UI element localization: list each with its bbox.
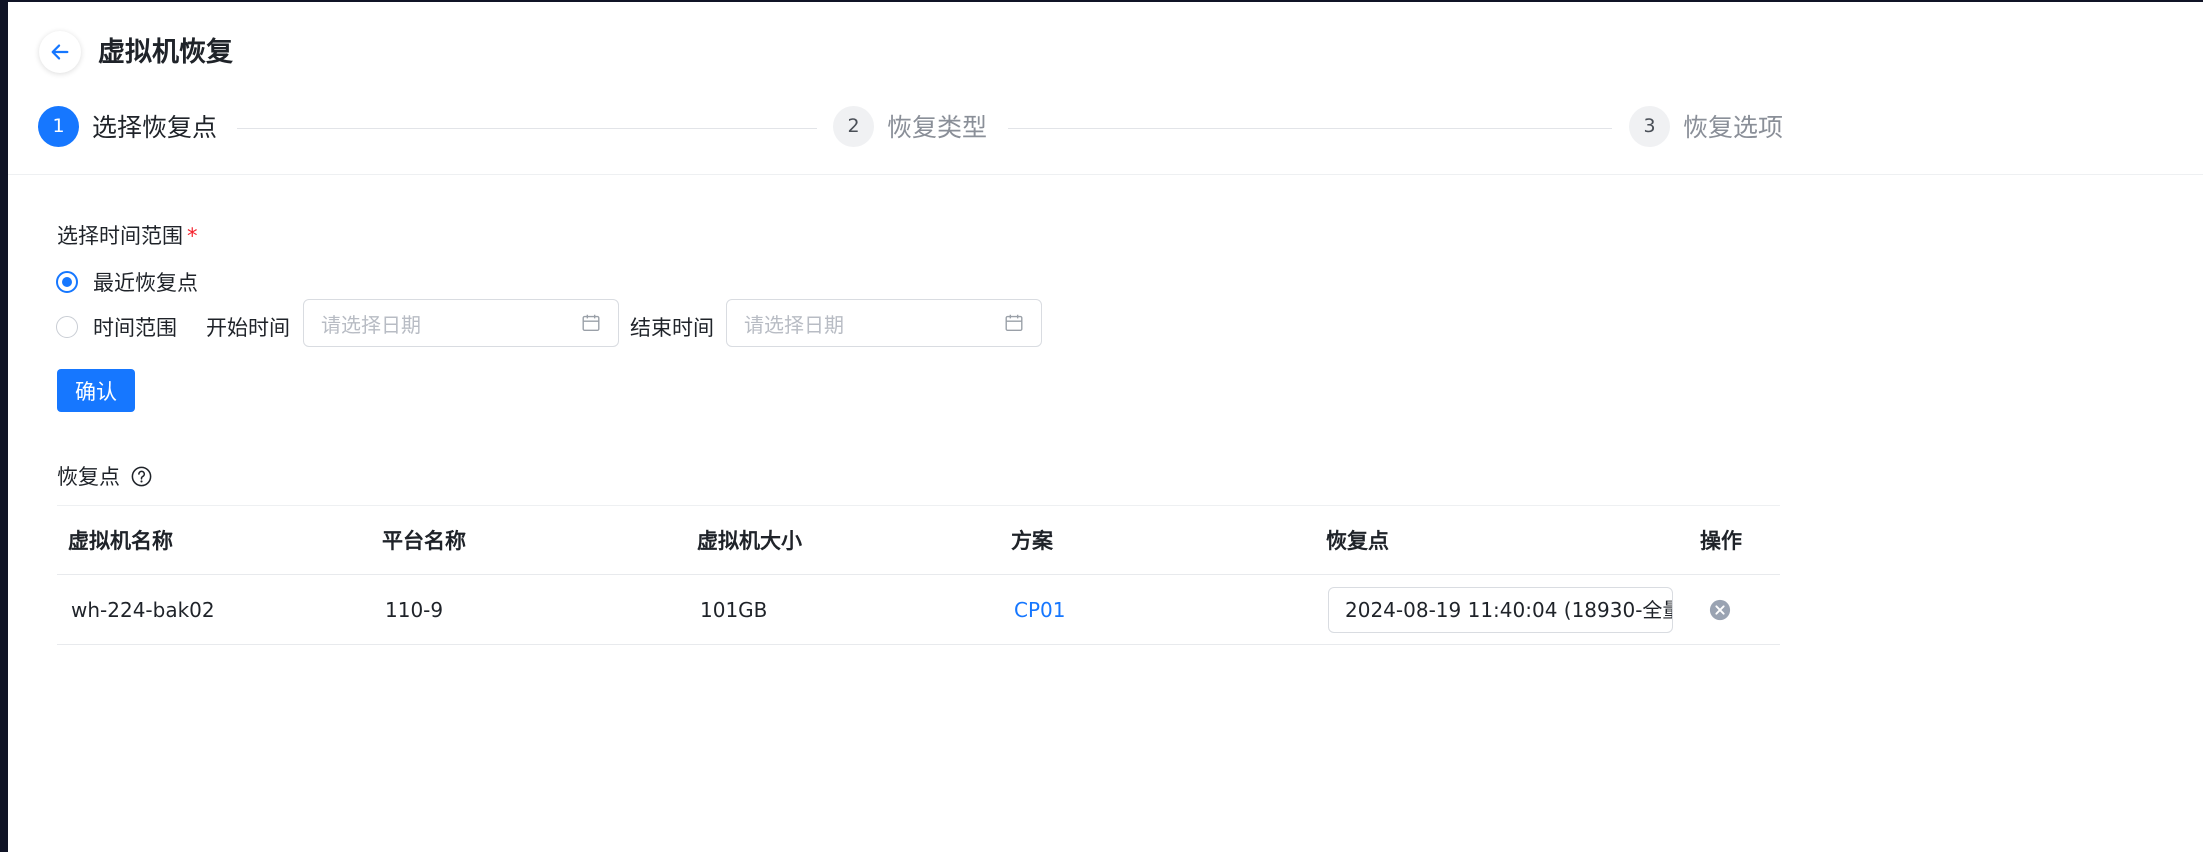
back-button[interactable] <box>39 31 81 73</box>
question-circle-icon[interactable] <box>130 465 153 488</box>
column-header-vm-size: 虚拟机大小 <box>697 529 802 553</box>
step-connector <box>1008 128 1612 129</box>
radio-range[interactable] <box>56 316 78 338</box>
calendar-icon <box>582 314 600 332</box>
step-connector <box>237 128 817 129</box>
radio-recent[interactable] <box>56 271 78 293</box>
restore-points-title: 恢复点 <box>57 465 120 489</box>
page-title: 虚拟机恢复 <box>98 37 233 68</box>
radio-recent-label: 最近恢复点 <box>93 271 198 295</box>
vm-size-cell: 101GB <box>700 598 768 622</box>
step-label: 恢复选项 <box>1683 113 1784 142</box>
radio-range-label: 时间范围 <box>93 316 177 340</box>
step-label: 选择恢复点 <box>92 113 218 142</box>
vm-name-cell: wh-224-bak02 <box>71 598 215 622</box>
table-row: wh-224-bak02 110-9 101GB CP01 2024-08-19… <box>57 575 1780 645</box>
step-number: 1 <box>38 105 79 147</box>
column-header-vm-name: 虚拟机名称 <box>68 529 173 553</box>
step-number: 3 <box>1629 105 1670 147</box>
required-mark: * <box>187 224 198 248</box>
time-range-label-text: 选择时间范围 <box>57 224 183 248</box>
step-number: 2 <box>833 105 874 147</box>
restore-points-heading: 恢复点 <box>57 461 153 491</box>
restore-points-table: 虚拟机名称 平台名称 虚拟机大小 方案 恢复点 操作 wh-224-bak02 … <box>57 505 1780 645</box>
close-circle-icon[interactable] <box>1709 599 1731 621</box>
calendar-icon <box>1005 314 1023 332</box>
confirm-button[interactable]: 确认 <box>57 369 135 412</box>
radio-recent-option[interactable]: 最近恢复点 <box>56 267 198 297</box>
time-range-label: 选择时间范围 * <box>57 220 198 250</box>
step-label: 恢复类型 <box>887 113 988 142</box>
table-header: 虚拟机名称 平台名称 虚拟机大小 方案 恢复点 操作 <box>57 505 1780 575</box>
start-time-label: 开始时间 <box>206 316 290 340</box>
step-restore-type: 2 恢复类型 <box>833 105 988 147</box>
radio-range-option[interactable]: 时间范围 <box>56 312 177 342</box>
plan-link[interactable]: CP01 <box>1014 575 1065 645</box>
column-header-action: 操作 <box>1700 529 1742 553</box>
column-header-platform: 平台名称 <box>382 529 466 553</box>
arrow-left-icon <box>51 44 69 60</box>
end-date-input[interactable]: 请选择日期 <box>726 299 1042 347</box>
start-date-placeholder: 请选择日期 <box>321 312 421 337</box>
end-time-label: 结束时间 <box>630 316 714 340</box>
end-date-placeholder: 请选择日期 <box>744 312 844 337</box>
column-header-plan: 方案 <box>1011 529 1053 553</box>
platform-cell: 110-9 <box>385 598 444 622</box>
restore-point-select[interactable]: 2024-08-19 11:40:04 (18930-全量 <box>1328 587 1673 633</box>
column-header-restore-point: 恢复点 <box>1326 529 1389 553</box>
app-window: 虚拟机恢复 1 选择恢复点 2 恢复类型 3 恢复选项 选择时间范围 * 最近恢复… <box>8 2 2203 852</box>
header-divider <box>8 174 2203 175</box>
step-restore-options: 3 恢复选项 <box>1629 105 1784 147</box>
step-select-restore-point: 1 选择恢复点 <box>38 105 218 147</box>
start-date-input[interactable]: 请选择日期 <box>303 299 619 347</box>
